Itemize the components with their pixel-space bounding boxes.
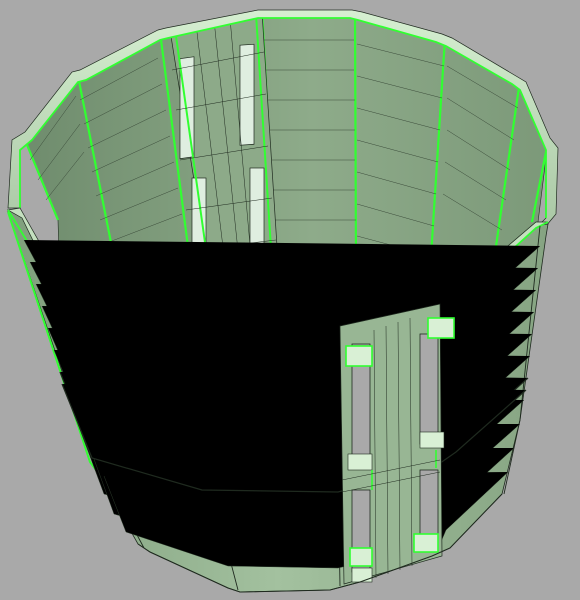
exterior-slatted-panel <box>339 303 455 585</box>
3d-viewport[interactable] <box>0 0 580 600</box>
cylinder-shell-model[interactable] <box>0 0 580 600</box>
